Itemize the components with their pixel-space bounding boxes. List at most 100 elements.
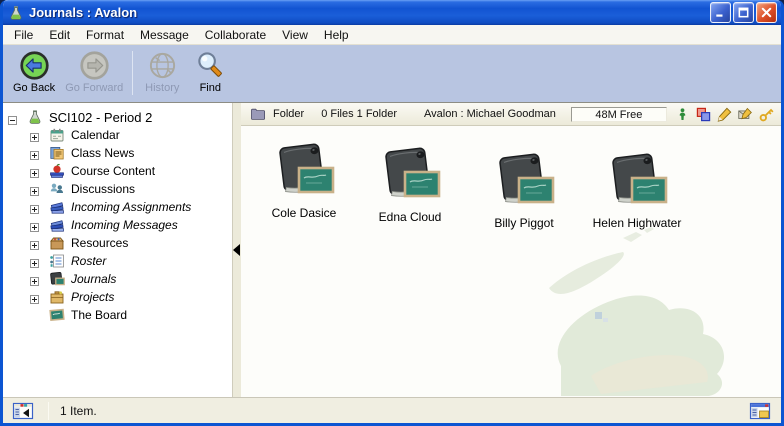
journal-item-cole-dasice[interactable]: Cole Dasice — [245, 142, 363, 220]
tree-label-incoming-messages: Incoming Messages — [71, 218, 178, 232]
maximize-button[interactable] — [733, 2, 754, 23]
tree-item-discussions[interactable]: Discussions — [3, 180, 232, 198]
map-watermark — [531, 226, 781, 396]
key-icon[interactable] — [759, 107, 774, 122]
compose-mail-icon[interactable] — [738, 107, 753, 122]
journal-item-edna-cloud[interactable]: Edna Cloud — [351, 146, 469, 224]
course-content-icon — [49, 163, 66, 179]
expand-toggle-icon[interactable] — [30, 257, 39, 266]
journal-label-billy-piggot: Billy Piggot — [465, 216, 583, 230]
tree-label-roster: Roster — [71, 254, 106, 268]
copy-squares-icon[interactable] — [696, 107, 711, 122]
tree-item-journals[interactable]: Journals — [3, 270, 232, 288]
tree-item-class-news[interactable]: Class News — [3, 144, 232, 162]
expand-toggle-icon[interactable] — [30, 185, 39, 194]
window-controls — [710, 2, 777, 23]
toolbar: Go Back Go Forward History Find — [3, 45, 781, 102]
menu-collaborate[interactable]: Collaborate — [197, 26, 274, 44]
tree-item-incoming-messages[interactable]: Incoming Messages — [3, 216, 232, 234]
panel-toggle-icon[interactable] — [12, 402, 35, 420]
flask-icon — [27, 109, 44, 125]
content-row: SCI102 - Period 2 Calendar Class News Cours… — [3, 102, 781, 397]
expand-toggle-icon[interactable] — [30, 275, 39, 284]
minimize-button[interactable] — [710, 2, 731, 23]
journal-icon — [49, 271, 66, 287]
expand-toggle-icon[interactable] — [30, 149, 39, 158]
roster-icon — [49, 253, 66, 269]
folder-info-bar: Folder 0 Files 1 Folder Avalon : Michael… — [241, 103, 781, 126]
assignments-icon — [49, 199, 66, 215]
history-button[interactable]: History — [138, 49, 186, 94]
title-bar[interactable]: Journals : Avalon — [3, 0, 781, 25]
menu-help[interactable]: Help — [316, 26, 357, 44]
files-area: Cole DasiceEdna CloudBilly PiggotHelen H… — [241, 126, 781, 397]
close-button[interactable] — [756, 2, 777, 23]
board-icon — [49, 307, 66, 323]
tree-item-projects[interactable]: Projects — [3, 288, 232, 306]
journal-label-helen-highwater: Helen Highwater — [578, 216, 696, 230]
tree-item-course-content[interactable]: Course Content — [3, 162, 232, 180]
menu-bar: FileEditFormatMessageCollaborateViewHelp — [3, 25, 781, 45]
folder-label: Folder — [273, 108, 304, 120]
discussions-icon — [49, 181, 66, 197]
tree-label-sci102-period-2: SCI102 - Period 2 — [49, 110, 152, 125]
journal-item-helen-highwater[interactable]: Helen Highwater — [578, 152, 696, 230]
tree-label-discussions: Discussions — [71, 182, 135, 196]
tree-panel: SCI102 - Period 2 Calendar Class News Cours… — [3, 103, 232, 397]
calendar-icon — [49, 127, 66, 143]
back-icon — [19, 50, 50, 81]
go-back-button[interactable]: Go Back — [8, 49, 60, 94]
menu-file[interactable]: File — [6, 26, 41, 44]
expand-toggle-icon[interactable] — [30, 167, 39, 176]
server-identity: Avalon : Michael Goodman — [424, 108, 556, 120]
expand-toggle-icon[interactable] — [30, 239, 39, 248]
expand-toggle-icon[interactable] — [30, 221, 39, 230]
file-counts: 0 Files 1 Folder — [321, 108, 397, 120]
journal-book-icon — [465, 152, 583, 215]
main-panel: Folder 0 Files 1 Folder Avalon : Michael… — [241, 103, 781, 397]
tree-label-resources: Resources — [71, 236, 128, 250]
toolbar-separator — [132, 51, 133, 95]
history-label: History — [145, 82, 179, 94]
statusbar-separator — [48, 402, 49, 420]
expand-collapse-icon[interactable] — [8, 113, 17, 122]
expand-toggle-icon[interactable] — [30, 203, 39, 212]
go-back-label: Go Back — [13, 82, 55, 94]
menu-message[interactable]: Message — [132, 26, 197, 44]
tree-item-calendar[interactable]: Calendar — [3, 126, 232, 144]
journal-item-billy-piggot[interactable]: Billy Piggot — [465, 152, 583, 230]
item-count-text: 1 Item. — [60, 404, 97, 418]
tree-item-roster[interactable]: Roster — [3, 252, 232, 270]
find-icon — [195, 50, 226, 81]
menu-format[interactable]: Format — [78, 26, 132, 44]
menu-edit[interactable]: Edit — [41, 26, 78, 44]
tree-label-course-content: Course Content — [71, 164, 155, 178]
forward-icon — [79, 50, 110, 81]
tree-label-journals: Journals — [71, 272, 116, 286]
panel-splitter[interactable] — [232, 103, 241, 397]
tree-label-calendar: Calendar — [71, 128, 120, 142]
tree-item-the-board[interactable]: The Board — [3, 306, 232, 324]
pencil-icon[interactable] — [717, 107, 732, 122]
messages-icon — [49, 217, 66, 233]
expand-toggle-icon[interactable] — [30, 131, 39, 140]
app-window: Journals : Avalon FileEditFormatMessageC… — [0, 0, 784, 426]
tree-item-resources[interactable]: Resources — [3, 234, 232, 252]
tree-label-projects: Projects — [71, 290, 114, 304]
menu-view[interactable]: View — [274, 26, 316, 44]
tree-label-the-board: The Board — [71, 308, 127, 322]
history-icon — [147, 50, 178, 81]
tree-item-incoming-assignments[interactable]: Incoming Assignments — [3, 198, 232, 216]
go-forward-button[interactable]: Go Forward — [60, 49, 128, 94]
tree-item-sci102-period-2[interactable]: SCI102 - Period 2 — [3, 108, 232, 126]
window-layout-icon[interactable] — [749, 402, 772, 420]
free-space-indicator: 48M Free — [571, 107, 667, 122]
status-bar: 1 Item. — [3, 397, 781, 423]
splitter-collapse-icon[interactable] — [233, 244, 240, 256]
tree-label-class-news: Class News — [71, 146, 134, 160]
person-icon[interactable] — [675, 107, 690, 122]
find-button[interactable]: Find — [186, 49, 234, 94]
go-forward-label: Go Forward — [65, 82, 123, 94]
projects-icon — [49, 289, 66, 305]
expand-toggle-icon[interactable] — [30, 293, 39, 302]
